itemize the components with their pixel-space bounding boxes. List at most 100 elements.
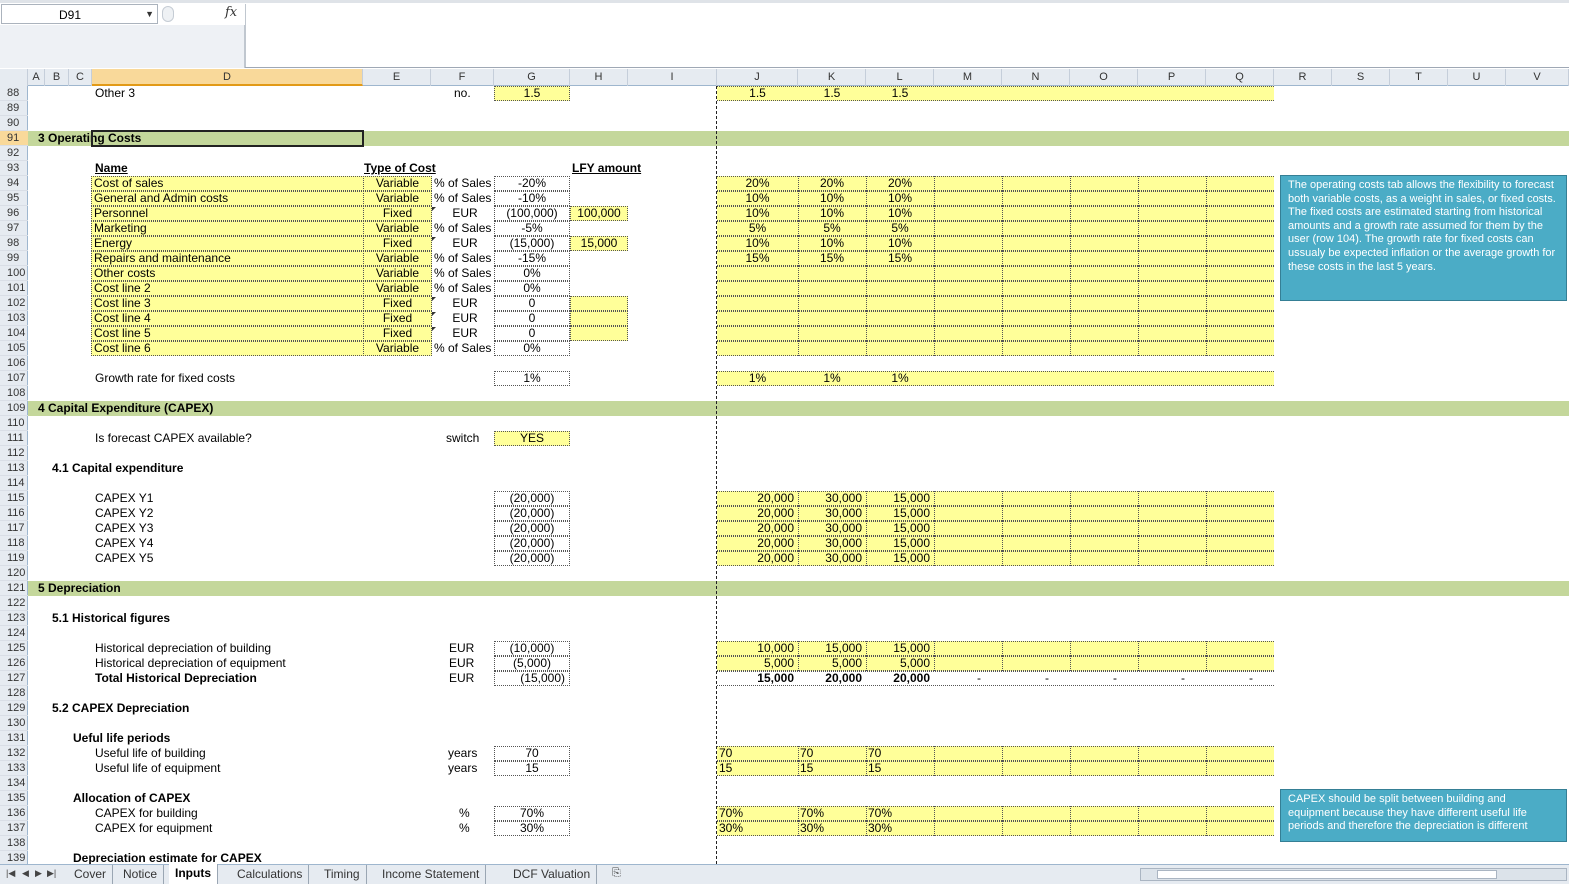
forecast-cell[interactable]: 70% — [717, 806, 798, 821]
row-header-119[interactable]: 119 — [0, 551, 28, 566]
tab-inputs[interactable]: Inputs — [169, 864, 218, 884]
forecast-cell[interactable]: 10% — [866, 191, 934, 206]
forecast-cell[interactable] — [798, 296, 866, 311]
forecast-cell[interactable]: 1% — [866, 371, 934, 386]
row-header-133[interactable]: 133 — [0, 761, 28, 776]
cost-name-cell[interactable]: Cost of sales — [91, 176, 364, 191]
forecast-cell[interactable]: 15 — [866, 761, 934, 776]
forecast-cell[interactable] — [717, 296, 798, 311]
forecast-cell[interactable]: 20% — [866, 176, 934, 191]
forecast-cell[interactable] — [798, 281, 866, 296]
forecast-cell[interactable]: 1% — [798, 371, 866, 386]
forecast-cell[interactable]: 15 — [798, 761, 866, 776]
forecast-cell[interactable]: 15,000 — [866, 506, 934, 521]
column-header-r[interactable]: R — [1274, 69, 1332, 86]
row-header-102[interactable]: 102 — [0, 296, 28, 311]
input-cell[interactable]: 15 — [494, 761, 570, 776]
cost-name-cell[interactable]: Cost line 6 — [91, 341, 364, 356]
forecast-cell[interactable]: 30% — [866, 821, 934, 836]
forecast-cell[interactable]: 30,000 — [798, 551, 866, 566]
tab-income-statement[interactable]: Income Statement — [376, 865, 487, 884]
forecast-cell[interactable]: 15,000 — [866, 551, 934, 566]
forecast-cell[interactable]: 1.5 — [798, 86, 866, 101]
cost-weight-cell[interactable]: (100,000) — [494, 206, 570, 221]
forecast-cell[interactable]: 10,000 — [717, 641, 798, 656]
forecast-cell[interactable]: 1.5 — [866, 86, 934, 101]
capex-input-cell[interactable]: (20,000) — [494, 551, 570, 566]
input-cell[interactable]: (10,000) — [494, 641, 570, 656]
capex-input-cell[interactable]: (20,000) — [494, 521, 570, 536]
forecast-cell[interactable]: 70% — [866, 806, 934, 821]
forecast-cell[interactable]: 20,000 — [717, 536, 798, 551]
forecast-cell[interactable]: 70 — [866, 746, 934, 761]
forecast-cell[interactable]: 10% — [866, 236, 934, 251]
forecast-cell[interactable] — [866, 341, 934, 356]
forecast-cell[interactable]: 10% — [717, 206, 798, 221]
input-cell[interactable]: 70% — [494, 806, 570, 821]
capex-input-cell[interactable]: (20,000) — [494, 491, 570, 506]
forecast-cell[interactable]: 1.5 — [717, 86, 798, 101]
forecast-cell[interactable]: 20% — [798, 176, 866, 191]
cost-type-cell[interactable]: Variable — [363, 281, 432, 296]
column-header-q[interactable]: Q — [1206, 69, 1274, 86]
column-header-e[interactable]: E — [363, 69, 431, 86]
row-header-127[interactable]: 127 — [0, 671, 28, 686]
row-header-91[interactable]: 91 — [0, 131, 28, 146]
scrollbar-thumb[interactable] — [1157, 870, 1497, 879]
forecast-cell[interactable]: 20,000 — [717, 491, 798, 506]
cost-type-cell[interactable]: Fixed — [363, 326, 432, 341]
active-cell-d91[interactable] — [91, 130, 364, 147]
row-header-101[interactable]: 101 — [0, 281, 28, 296]
first-sheet-icon[interactable]: |◀ — [6, 868, 15, 879]
lfy-amount-cell[interactable] — [570, 296, 628, 311]
tab-cover[interactable]: Cover — [68, 865, 114, 884]
forecast-cell[interactable]: 1% — [717, 371, 798, 386]
row-header-94[interactable]: 94 — [0, 176, 28, 191]
cost-name-cell[interactable]: Repairs and maintenance — [91, 251, 364, 266]
input-cell[interactable]: 70 — [494, 746, 570, 761]
forecast-cell[interactable] — [798, 326, 866, 341]
column-header-u[interactable]: U — [1448, 69, 1506, 86]
row-header-122[interactable]: 122 — [0, 596, 28, 611]
cost-weight-cell[interactable]: 0% — [494, 266, 570, 281]
insert-sheet-icon[interactable]: ⎘ — [612, 867, 621, 880]
row-header-137[interactable]: 137 — [0, 821, 28, 836]
forecast-cell[interactable]: 15% — [717, 251, 798, 266]
forecast-cell[interactable]: 30,000 — [798, 506, 866, 521]
row-header-138[interactable]: 138 — [0, 836, 28, 851]
forecast-cell[interactable] — [866, 296, 934, 311]
cost-weight-cell[interactable]: -5% — [494, 221, 570, 236]
forecast-cell[interactable] — [866, 266, 934, 281]
forecast-cell[interactable] — [866, 326, 934, 341]
forecast-cell[interactable]: 15 — [717, 761, 798, 776]
column-header-a[interactable]: A — [28, 69, 45, 86]
row-header-136[interactable]: 136 — [0, 806, 28, 821]
column-header-l[interactable]: L — [866, 69, 934, 86]
row-header-131[interactable]: 131 — [0, 731, 28, 746]
forecast-cell[interactable] — [798, 311, 866, 326]
forecast-cell[interactable]: 15,000 — [866, 641, 934, 656]
row-header-108[interactable]: 108 — [0, 386, 28, 401]
forecast-cell[interactable]: 10% — [717, 236, 798, 251]
cost-name-cell[interactable]: Marketing — [91, 221, 364, 236]
next-sheet-icon[interactable]: ▶ — [35, 868, 42, 879]
forecast-cell[interactable]: 5,000 — [717, 656, 798, 671]
forecast-cell[interactable] — [717, 341, 798, 356]
row-header-116[interactable]: 116 — [0, 506, 28, 521]
cost-type-cell[interactable]: Variable — [363, 176, 432, 191]
cost-type-cell[interactable]: Fixed — [363, 311, 432, 326]
cost-weight-cell[interactable]: (15,000) — [494, 236, 570, 251]
input-cell[interactable]: (5,000) — [494, 656, 570, 671]
row-header-123[interactable]: 123 — [0, 611, 28, 626]
input-cell[interactable]: 1.5 — [494, 86, 570, 101]
row-header-107[interactable]: 107 — [0, 371, 28, 386]
column-header-t[interactable]: T — [1390, 69, 1448, 86]
tab-dcf-valuation[interactable]: DCF Valuation — [507, 865, 598, 884]
row-header-126[interactable]: 126 — [0, 656, 28, 671]
capex-switch-cell[interactable]: YES — [494, 431, 570, 446]
forecast-cell[interactable]: 30% — [798, 821, 866, 836]
row-header-96[interactable]: 96 — [0, 206, 28, 221]
forecast-cell[interactable]: 5% — [717, 221, 798, 236]
row-header-110[interactable]: 110 — [0, 416, 28, 431]
forecast-cell[interactable]: 70% — [798, 806, 866, 821]
